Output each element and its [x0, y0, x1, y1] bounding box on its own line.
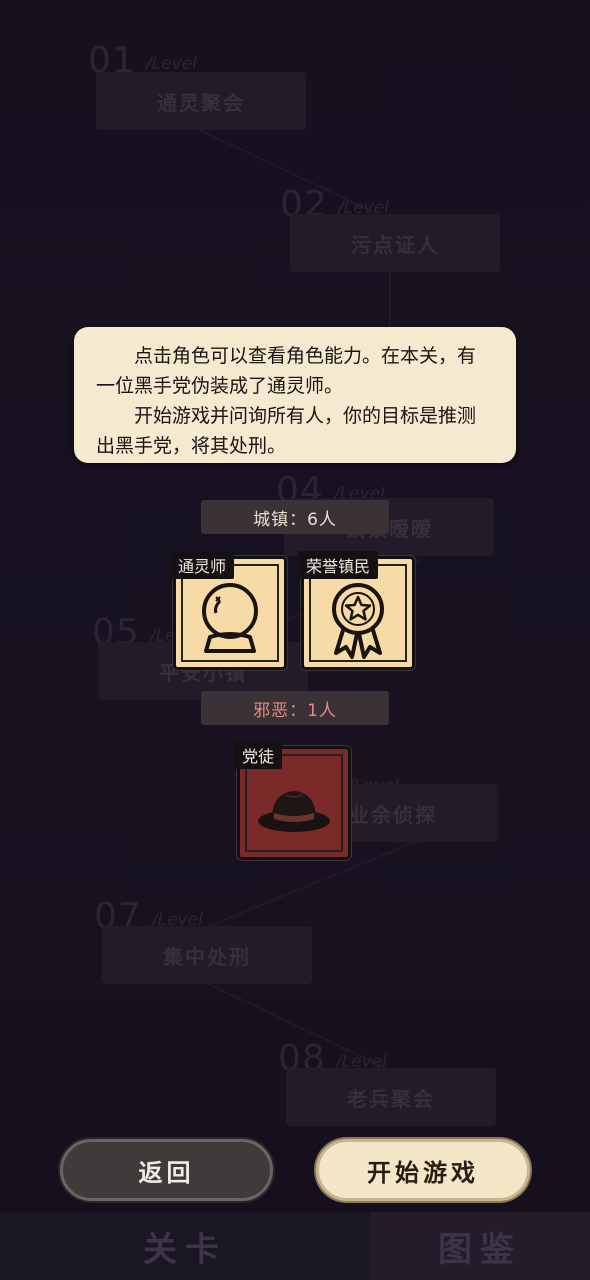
role-card-honored-citizen[interactable]: 荣誉镇民 — [298, 551, 415, 670]
town-team-label: 城镇：6人 — [201, 500, 389, 534]
start-game-button[interactable]: 开始游戏 — [316, 1139, 530, 1201]
role-card-medium[interactable]: 通灵师 — [170, 551, 287, 670]
medal-icon — [332, 583, 384, 659]
crystal-ball-icon — [202, 583, 258, 653]
hint-line-1: 点击角色可以查看角色能力。在本关，有一位黑手党伪装成了通灵师。 — [96, 345, 477, 397]
bottom-tab-bar: 关卡 图鉴 — [0, 1212, 590, 1280]
hint-dialog: 点击角色可以查看角色能力。在本关，有一位黑手党伪装成了通灵师。 开始游戏并问询所… — [74, 327, 516, 463]
modal-dim-overlay — [0, 0, 590, 1280]
tab-levels[interactable]: 关卡 — [0, 1212, 370, 1280]
back-button[interactable]: 返回 — [60, 1139, 273, 1201]
hint-line-2: 开始游戏并问询所有人，你的目标是推测出黑手党，将其处刑。 — [96, 405, 477, 457]
role-card-minion[interactable]: 党徒 — [234, 741, 351, 860]
fedora-hat-icon — [258, 791, 330, 832]
evil-team-label: 邪恶：1人 — [201, 691, 389, 725]
tab-guide[interactable]: 图鉴 — [370, 1212, 590, 1280]
